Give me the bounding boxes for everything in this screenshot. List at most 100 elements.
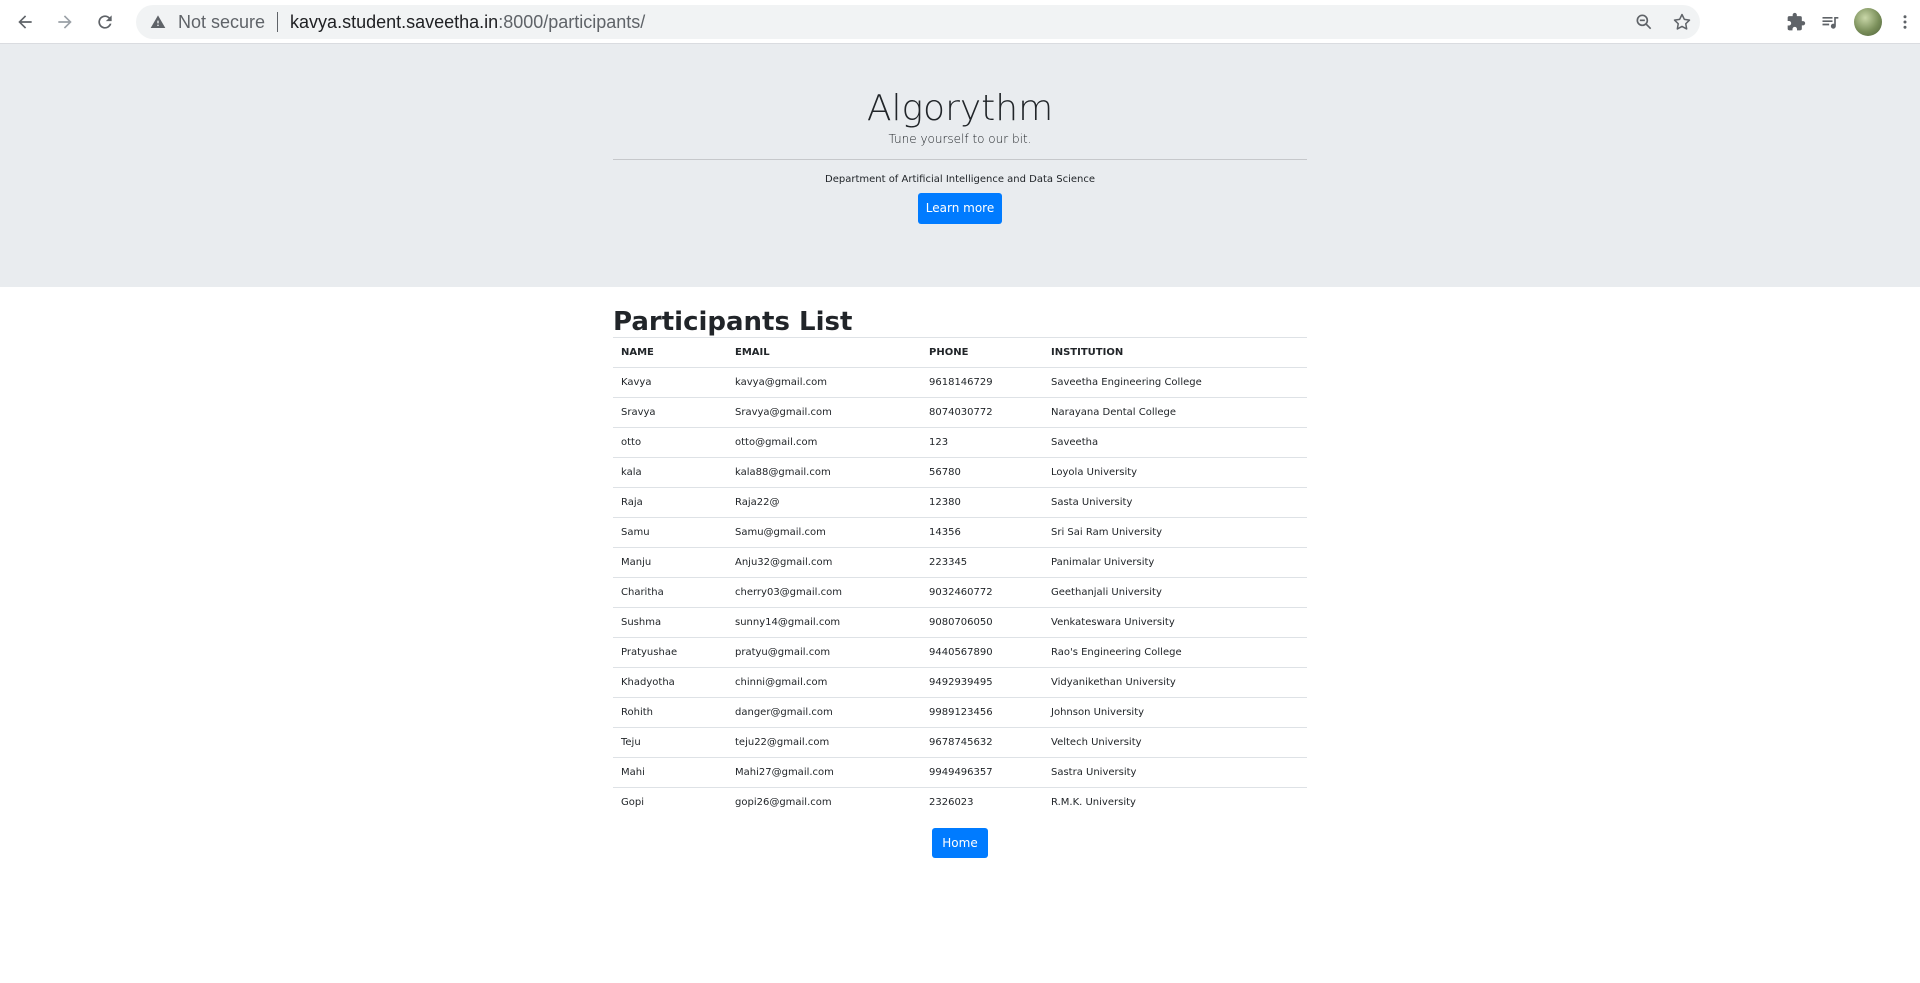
warning-icon[interactable] bbox=[150, 13, 168, 31]
cell-phone: 9492939495 bbox=[921, 667, 1043, 698]
cell-phone: 14356 bbox=[921, 517, 1043, 548]
omnibox-divider bbox=[277, 12, 279, 32]
cell-name: Khadyotha bbox=[613, 667, 727, 698]
cell-phone: 56780 bbox=[921, 457, 1043, 488]
cell-name: Samu bbox=[613, 517, 727, 548]
cell-email: danger@gmail.com bbox=[727, 697, 921, 728]
cell-name: Pratyushae bbox=[613, 637, 727, 668]
participants-section: Participants List NAME EMAIL PHONE INSTI… bbox=[613, 307, 1307, 858]
cell-name: Teju bbox=[613, 727, 727, 758]
cell-name: otto bbox=[613, 427, 727, 458]
cell-phone: 9949496357 bbox=[921, 757, 1043, 788]
url-path: :8000/participants/ bbox=[498, 11, 646, 32]
cell-institution: Veltech University bbox=[1043, 727, 1307, 758]
profile-avatar[interactable] bbox=[1854, 8, 1882, 36]
cell-institution: Rao's Engineering College bbox=[1043, 637, 1307, 668]
media-queue-icon[interactable] bbox=[1820, 12, 1840, 32]
cell-email: Anju32@gmail.com bbox=[727, 547, 921, 578]
cell-email: Sravya@gmail.com bbox=[727, 397, 921, 428]
cell-institution: Sastra University bbox=[1043, 757, 1307, 788]
cell-institution: Saveetha bbox=[1043, 427, 1307, 458]
participants-table: NAME EMAIL PHONE INSTITUTION Kavya kavya@… bbox=[613, 337, 1307, 817]
url-text[interactable]: kavya.student.saveetha.in:8000/participa… bbox=[290, 12, 645, 33]
cell-phone: 12380 bbox=[921, 487, 1043, 518]
cell-email: otto@gmail.com bbox=[727, 427, 921, 458]
table-row: kala kala88@gmail.com 56780 Loyola Universi… bbox=[613, 457, 1307, 488]
cell-phone: 9080706050 bbox=[921, 607, 1043, 638]
cell-name: Kavya bbox=[613, 367, 727, 398]
hero-section: Algorythm Tune yourself to our bit. Depa… bbox=[0, 44, 1920, 287]
back-button[interactable] bbox=[8, 5, 42, 39]
cell-institution: R.M.K. University bbox=[1051, 797, 1136, 808]
cell-institution: Geethanjali University bbox=[1043, 577, 1307, 608]
cell-phone: 123 bbox=[921, 427, 1043, 458]
site-title: Algorythm bbox=[866, 88, 1054, 129]
url-host: kavya.student.saveetha.in bbox=[290, 11, 499, 32]
cell-email: sunny14@gmail.com bbox=[727, 607, 921, 638]
cell-institution: Johnson University bbox=[1043, 697, 1307, 728]
column-header-phone: PHONE bbox=[921, 337, 1043, 368]
cell-phone: 9618146729 bbox=[921, 367, 1043, 398]
table-row: Kavya kavya@gmail.com 9618146729 Saveetha E… bbox=[613, 367, 1307, 398]
cell-name: Rohith bbox=[613, 697, 727, 728]
participants-heading: Participants List bbox=[613, 307, 853, 337]
table-row: Pratyushae pratyu@gmail.com 9440567890 Rao'… bbox=[613, 637, 1307, 668]
cell-institution: Venkateswara University bbox=[1043, 607, 1307, 638]
table-row: Raja Raja22@ 12380 Sasta University bbox=[613, 487, 1307, 518]
cell-email: Raja22@ bbox=[727, 487, 921, 518]
table-row: Manju Anju32@gmail.com 223345 Panimalar Uni… bbox=[613, 547, 1307, 578]
security-status[interactable]: Not secure bbox=[178, 12, 265, 33]
extensions-icon[interactable] bbox=[1786, 12, 1806, 32]
cell-email: kavya@gmail.com bbox=[727, 367, 921, 398]
cell-email: Mahi27@gmail.com bbox=[727, 757, 921, 788]
table-row: Sushma sunny14@gmail.com 9080706050 Venkate… bbox=[613, 607, 1307, 638]
cell-name: Manju bbox=[613, 547, 727, 578]
table-row: Gopi gopi26@gmail.com 2326023 R.M.K. Univer… bbox=[613, 788, 1307, 818]
column-header-name: NAME bbox=[613, 337, 727, 368]
cell-name: Gopi bbox=[621, 797, 644, 808]
table-row: otto otto@gmail.com 123 Saveetha bbox=[613, 427, 1307, 458]
cell-email: cherry03@gmail.com bbox=[727, 577, 921, 608]
star-icon[interactable] bbox=[1672, 12, 1692, 32]
table-row: Charitha cherry03@gmail.com 9032460772 Geet… bbox=[613, 577, 1307, 608]
table-row: Khadyotha chinni@gmail.com 9492939495 Vidya… bbox=[613, 667, 1307, 698]
cell-phone: 8074030772 bbox=[921, 397, 1043, 428]
table-row: Samu Samu@gmail.com 14356 Sri Sai Ram Unive… bbox=[613, 517, 1307, 548]
table-row: Mahi Mahi27@gmail.com 9949496357 Sastra Uni… bbox=[613, 757, 1307, 788]
cell-phone: 9032460772 bbox=[921, 577, 1043, 608]
reload-icon bbox=[98, 14, 112, 29]
kebab-menu-icon[interactable] bbox=[1896, 12, 1914, 32]
cell-institution: Sri Sai Ram University bbox=[1043, 517, 1307, 548]
cell-email: gopi26@gmail.com bbox=[735, 797, 832, 808]
table-row: Teju teju22@gmail.com 9678745632 Veltech Un… bbox=[613, 727, 1307, 758]
site-tagline: Tune yourself to our bit. bbox=[888, 132, 1032, 146]
cell-institution: Narayana Dental College bbox=[1043, 397, 1307, 428]
cell-name: Sushma bbox=[613, 607, 727, 638]
cell-institution: Vidyanikethan University bbox=[1043, 667, 1307, 698]
forward-arrow-icon bbox=[58, 14, 72, 29]
cell-phone: 223345 bbox=[921, 547, 1043, 578]
table-header-row: NAME EMAIL PHONE INSTITUTION bbox=[613, 337, 1307, 368]
cell-email: kala88@gmail.com bbox=[727, 457, 921, 488]
cell-name: Charitha bbox=[613, 577, 727, 608]
back-arrow-icon bbox=[18, 14, 32, 29]
cell-email: chinni@gmail.com bbox=[727, 667, 921, 698]
cell-institution: Saveetha Engineering College bbox=[1043, 367, 1307, 398]
address-bar[interactable]: Not secure kavya.student.saveetha.in:800… bbox=[136, 5, 1700, 39]
browser-toolbar: Not secure kavya.student.saveetha.in:800… bbox=[0, 0, 1920, 44]
cell-institution: Loyola University bbox=[1043, 457, 1307, 488]
table-row: Rohith danger@gmail.com 9989123456 Johnson … bbox=[613, 697, 1307, 728]
cell-phone: 2326023 bbox=[929, 797, 974, 808]
table-row: Sravya Sravya@gmail.com 8074030772 Narayana… bbox=[613, 397, 1307, 428]
forward-button[interactable] bbox=[48, 5, 82, 39]
cell-email: teju22@gmail.com bbox=[727, 727, 921, 758]
column-header-institution: INSTITUTION bbox=[1043, 337, 1307, 368]
learn-more-button[interactable]: Learn more bbox=[918, 193, 1002, 224]
cell-name: kala bbox=[613, 457, 727, 488]
reload-button[interactable] bbox=[88, 5, 122, 39]
home-button[interactable]: Home bbox=[932, 828, 988, 858]
zoom-icon[interactable] bbox=[1634, 12, 1654, 32]
cell-name: Raja bbox=[613, 487, 727, 518]
cell-email: Samu@gmail.com bbox=[727, 517, 921, 548]
cell-name: Mahi bbox=[613, 757, 727, 788]
